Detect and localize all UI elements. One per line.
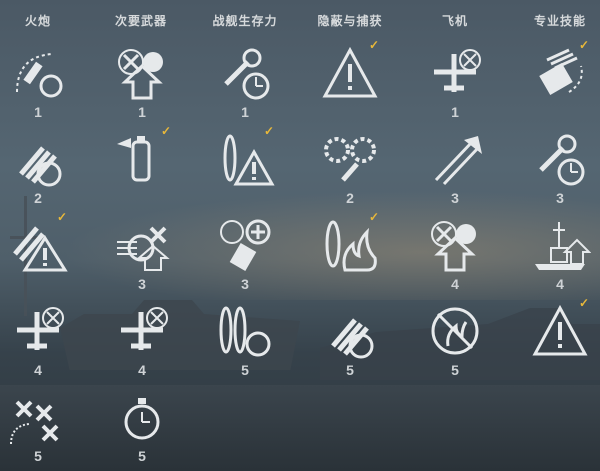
header-survivability: 战舰生存力 bbox=[212, 14, 278, 28]
skill-tier-label: 5 bbox=[138, 448, 146, 464]
skill-slot[interactable]: ✓ bbox=[525, 38, 595, 122]
skill-slot[interactable]: 3 bbox=[525, 128, 595, 208]
ship-upgrade-skill-icon bbox=[535, 222, 591, 270]
skill-slot[interactable]: ✓ bbox=[107, 124, 177, 208]
skill-tier-label: 3 bbox=[138, 276, 146, 292]
skill-tier-label: 3 bbox=[451, 190, 459, 206]
skill-tier-label: 4 bbox=[138, 362, 146, 378]
plane-timer-skill-icon bbox=[17, 307, 64, 350]
aa-gun-skill-icon bbox=[118, 49, 163, 100]
header-secondary: 次要武器 bbox=[114, 14, 167, 28]
shell-timer-skill-icon bbox=[19, 146, 62, 187]
skill-slot[interactable]: 4 bbox=[420, 214, 490, 294]
skill-slot[interactable]: 5 bbox=[107, 386, 177, 466]
shells-upgrade-skill-icon bbox=[331, 318, 374, 359]
selected-check-icon: ✓ bbox=[264, 124, 275, 138]
selected-check-icon: ✓ bbox=[161, 124, 172, 138]
skill-tier-label: 5 bbox=[346, 362, 354, 378]
background-water bbox=[0, 385, 600, 471]
skill-tier-label: 1 bbox=[451, 104, 459, 120]
plane-target-skill-icon bbox=[434, 49, 481, 92]
skill-slot[interactable]: 5 bbox=[3, 386, 73, 466]
skill-tier-label: 5 bbox=[34, 448, 42, 464]
selected-check-icon: ✓ bbox=[369, 210, 380, 224]
skill-slot[interactable]: 2 bbox=[315, 128, 385, 208]
crosshair-upgrade-skill-icon bbox=[117, 226, 170, 271]
plane-crosshair-skill-icon bbox=[121, 307, 168, 350]
header-concealment: 隐蔽与捕获 bbox=[317, 14, 383, 28]
skill-slot[interactable]: ✓ bbox=[525, 296, 595, 380]
selected-check-icon: ✓ bbox=[57, 210, 68, 224]
skill-tier-label: 3 bbox=[556, 190, 564, 206]
skill-slot[interactable]: 3 bbox=[210, 214, 280, 294]
skill-slot[interactable]: 5 bbox=[315, 300, 385, 380]
skill-slot[interactable]: 1 bbox=[420, 42, 490, 122]
gears-wrench-skill-icon bbox=[324, 137, 376, 182]
selected-check-icon: ✓ bbox=[579, 38, 590, 52]
no-fire-skill-icon bbox=[431, 307, 479, 355]
torpedo-timer-skill-icon bbox=[219, 306, 271, 357]
skill-tier-label: 5 bbox=[241, 362, 249, 378]
range-arrow-skill-icon bbox=[434, 136, 482, 186]
header-aircraft: 飞机 bbox=[441, 14, 468, 28]
aa-plus-skill-icon bbox=[220, 219, 271, 272]
skill-slot[interactable]: 3 bbox=[420, 128, 490, 208]
wrench-clock-skill-icon bbox=[539, 134, 585, 186]
selected-check-icon: ✓ bbox=[579, 296, 590, 310]
skill-tier-label: 4 bbox=[451, 276, 459, 292]
skill-slot[interactable]: 1 bbox=[210, 42, 280, 122]
squadron-skill-icon bbox=[10, 400, 59, 445]
skill-slot[interactable]: 5 bbox=[210, 300, 280, 380]
skill-slot[interactable]: 1 bbox=[3, 42, 73, 122]
skill-slot[interactable]: ✓ bbox=[3, 210, 73, 294]
skill-slot[interactable]: 1 bbox=[107, 42, 177, 122]
skill-slot[interactable]: 3 bbox=[107, 214, 177, 294]
skill-tier-label: 2 bbox=[34, 190, 42, 206]
skill-slot[interactable]: 2 bbox=[3, 128, 73, 208]
skill-slot[interactable]: ✓ bbox=[210, 124, 280, 208]
skill-slot[interactable]: ✓ bbox=[315, 38, 385, 122]
header-artillery: 火炮 bbox=[24, 14, 51, 28]
stopwatch-skill-icon bbox=[124, 398, 160, 440]
selected-check-icon: ✓ bbox=[369, 38, 380, 52]
skill-tier-label: 4 bbox=[556, 276, 564, 292]
skill-tier-label: 5 bbox=[451, 362, 459, 378]
skill-tier-label: 1 bbox=[138, 104, 146, 120]
skill-tier-label: 1 bbox=[241, 104, 249, 120]
skill-slot[interactable]: 4 bbox=[107, 300, 177, 380]
shell-arc-skill-icon bbox=[16, 53, 63, 98]
skill-slot[interactable]: ✓ bbox=[315, 210, 385, 294]
skill-slot[interactable]: 5 bbox=[420, 300, 490, 380]
wrench-timer-skill-icon bbox=[224, 48, 270, 100]
skill-slot[interactable]: 4 bbox=[3, 300, 73, 380]
skill-tier-label: 4 bbox=[34, 362, 42, 378]
skill-tier-label: 2 bbox=[346, 190, 354, 206]
aa-upgrade-skill-icon bbox=[431, 221, 476, 272]
skill-slot[interactable]: 4 bbox=[525, 214, 595, 294]
background-glow bbox=[0, 180, 600, 300]
skill-tier-label: 3 bbox=[241, 276, 249, 292]
header-special: 专业技能 bbox=[533, 14, 586, 28]
skill-tier-label: 1 bbox=[34, 104, 42, 120]
